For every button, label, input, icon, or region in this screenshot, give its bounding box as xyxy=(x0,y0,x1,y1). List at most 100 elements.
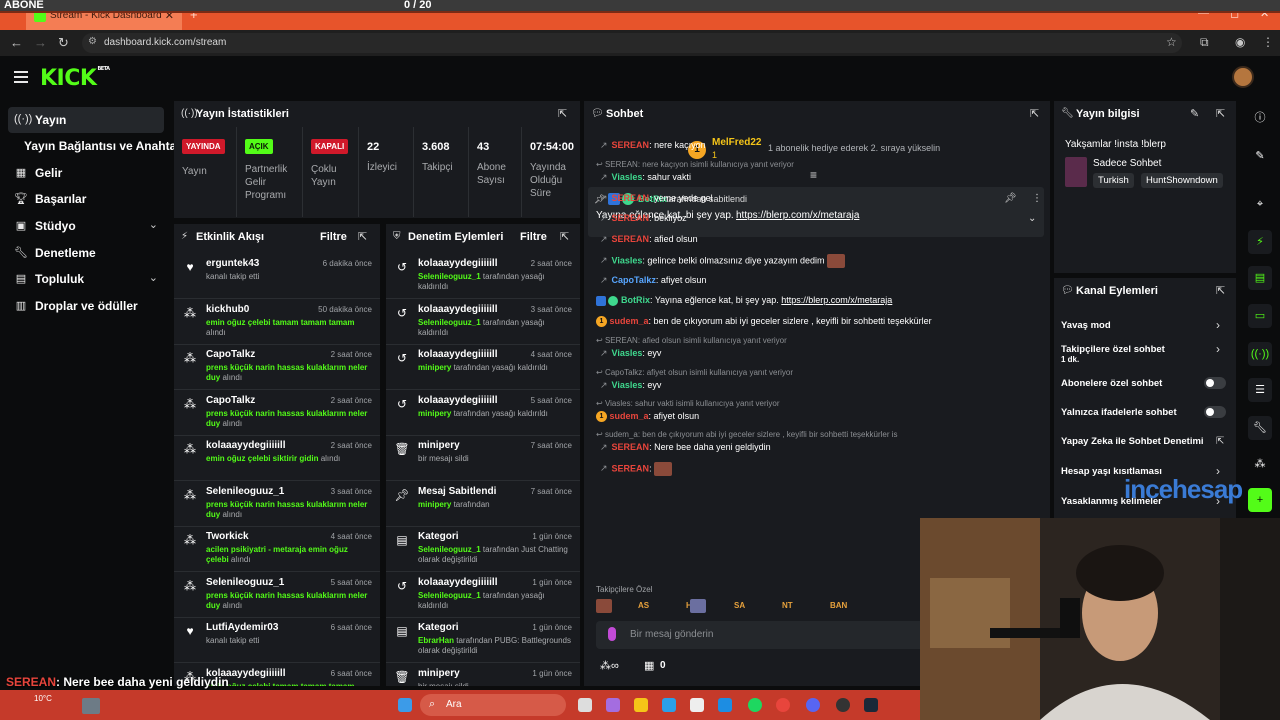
extensions-icon[interactable]: ⧉ xyxy=(1200,35,1209,50)
list-item[interactable]: ⁂ Selenileoguuz_1 5 saat önce prens küçük n… xyxy=(174,573,380,618)
list-item-name[interactable]: Selenileoguuz_1 xyxy=(206,486,284,497)
list-item-name[interactable]: erguntek43 xyxy=(206,258,259,269)
chat-username[interactable]: Viasles xyxy=(612,380,643,390)
category-name[interactable]: Sadece Sohbet xyxy=(1093,158,1161,169)
chat-input[interactable]: Bir mesaj gönderin xyxy=(596,621,936,649)
list-item-name[interactable]: kolaaayydegiiiiill xyxy=(418,577,497,588)
channel-action-2[interactable]: Abonelere özel sohbet xyxy=(1061,378,1162,389)
list-item-name[interactable]: Tworkick xyxy=(206,531,249,542)
chat-username[interactable]: Viasles xyxy=(612,255,643,265)
list-item[interactable]: ↺ kolaaayydegiiiiill 3 saat önce Selenileog… xyxy=(386,300,580,345)
list-item[interactable]: ⁂ kolaaayydegiiiiill 2 saat önce emin oğuz … xyxy=(174,436,380,481)
obs-icon[interactable] xyxy=(836,698,850,712)
channel-action-4[interactable]: Yapay Zeka ile Sohbet Denetimi xyxy=(1061,436,1204,447)
pinned-link[interactable]: https://blerp.com/x/metaraja xyxy=(736,210,859,221)
list-item[interactable]: ▤ Kategori 1 gün önce Selenileoguuz_1 taraf… xyxy=(386,527,580,572)
list-item[interactable]: ↺ kolaaayydegiiiiill 2 saat önce Selenileog… xyxy=(386,254,580,299)
channel-points-icon[interactable]: ⁂∞ xyxy=(600,659,619,672)
chat-username[interactable]: SEREAN xyxy=(612,442,650,452)
chat-username[interactable]: SEREAN xyxy=(612,213,650,223)
broadcast-icon[interactable]: ((·)) xyxy=(1248,342,1272,366)
chat-username[interactable]: SEREAN xyxy=(612,193,650,203)
sidebar-item-studyo[interactable]: ▣ Stüdyo ⌄ xyxy=(8,213,164,239)
emote[interactable]: NT xyxy=(782,601,793,610)
sidebar-item-denetleme[interactable]: 🔧︎ Denetleme xyxy=(8,240,164,266)
list-item[interactable]: ↺ kolaaayydegiiiiill 1 gün önce Selenileogu… xyxy=(386,573,580,618)
bookmark-star-icon[interactable]: ☆ xyxy=(1166,35,1177,49)
list-item-name[interactable]: kolaaayydegiiiiill xyxy=(418,349,497,360)
list-item-name[interactable]: CapoTalkz xyxy=(206,349,255,360)
popout-icon[interactable]: ⇱ xyxy=(1030,107,1039,120)
list-item[interactable]: 🗑︎ minipery 1 gün önce bir mesajı sildi xyxy=(386,664,580,687)
pencil-icon[interactable]: ✎ xyxy=(1248,144,1272,168)
chat-username[interactable]: sudem_a xyxy=(610,316,649,326)
toggle-switch[interactable] xyxy=(1204,406,1226,418)
popout-icon[interactable]: ⇱ xyxy=(358,230,367,243)
chat-username[interactable]: BotRix xyxy=(621,295,650,305)
windows-start-icon[interactable] xyxy=(398,698,412,712)
pin-toggle-icon[interactable]: 📌︎ xyxy=(1004,193,1017,204)
external-link-icon[interactable]: ⇱ xyxy=(1216,436,1224,447)
hamburger-menu-icon[interactable] xyxy=(14,71,28,83)
filter-button[interactable]: Filtre xyxy=(520,231,547,243)
popout-icon[interactable]: ⇱ xyxy=(1216,284,1225,297)
list-item[interactable]: ⁂ Selenileoguuz_1 3 saat önce prens küçük n… xyxy=(174,482,380,527)
list-item[interactable]: 📌︎ Mesaj Sabitlendi 7 saat önce minipery ta… xyxy=(386,482,580,527)
chevron-down-icon[interactable]: ⌄ xyxy=(1028,213,1036,224)
list-item-name[interactable]: CapoTalkz xyxy=(206,395,255,406)
info-icon[interactable]: ⓘ xyxy=(1248,106,1272,130)
gift-icon[interactable]: ⁂ xyxy=(1248,452,1272,476)
list-item[interactable]: 🗑︎ minipery 7 saat önce bir mesajı sildi xyxy=(386,436,580,481)
chat-username[interactable]: Viasles xyxy=(612,172,643,182)
discord-icon[interactable] xyxy=(806,698,820,712)
list-item[interactable]: ⁂ kickhub0 50 dakika önce emin oğuz çelebi … xyxy=(174,300,380,345)
steam-icon[interactable] xyxy=(864,698,878,712)
list-item[interactable]: ♥ erguntek43 6 dakika önce kanalı takip ett… xyxy=(174,254,380,299)
sidebar-item-gelir[interactable]: ▦ Gelir xyxy=(8,160,164,186)
chat-link[interactable]: https://blerp.com/x/metaraja xyxy=(781,295,892,305)
list-item[interactable]: ↺ kolaaayydegiiiiill 5 saat önce minipery t… xyxy=(386,391,580,436)
edge-icon[interactable] xyxy=(662,698,676,712)
chat-username[interactable]: SEREAN xyxy=(612,463,650,473)
chat-username[interactable]: sudem_a xyxy=(610,411,649,421)
list-item-name[interactable]: Mesaj Sabitlendi xyxy=(418,486,496,497)
chat-username[interactable]: Viasles xyxy=(612,348,643,358)
file-explorer-icon[interactable] xyxy=(634,698,648,712)
popout-icon[interactable]: ⇱ xyxy=(560,230,569,243)
list-item-name[interactable]: kolaaayydegiiiiill xyxy=(206,440,285,451)
wrench-icon[interactable]: 🔧︎ xyxy=(1248,416,1272,440)
back-icon[interactable]: ← xyxy=(10,35,23,50)
list-item-name[interactable]: kolaaayydegiiiiill xyxy=(418,395,497,406)
menu-dots-icon[interactable]: ⋮ xyxy=(1262,35,1274,49)
stats-icon[interactable]: ▤ xyxy=(1248,266,1272,290)
list-item-name[interactable]: LutfiAydemir03 xyxy=(206,622,278,633)
list-item-name[interactable]: minipery xyxy=(418,440,460,451)
list-item[interactable]: ♥ LutfiAydemir03 6 saat önce kanalı takip e… xyxy=(174,618,380,663)
layout-icon[interactable]: ☰ xyxy=(1248,378,1272,402)
sidebar-item-basarilar[interactable]: 🏆︎ Başarılar xyxy=(8,186,164,212)
bolt-icon[interactable]: ⚡︎ xyxy=(1248,230,1272,254)
sidebar-item-droplar[interactable]: ▥ Droplar ve ödüller xyxy=(8,293,164,319)
list-item-name[interactable]: Kategori xyxy=(418,531,459,542)
reload-icon[interactable]: ↻ xyxy=(58,35,69,51)
task-view-icon[interactable] xyxy=(578,698,592,712)
popout-icon[interactable]: ⇱ xyxy=(558,107,567,120)
site-info-icon[interactable]: ⚙ xyxy=(88,36,97,47)
list-item-name[interactable]: Kategori xyxy=(418,622,459,633)
list-item-name[interactable]: kickhub0 xyxy=(206,304,249,315)
sidebar-item-topluluk[interactable]: ▤ Topluluk ⌄ xyxy=(8,266,164,292)
chat-icon[interactable]: ▭ xyxy=(1248,304,1272,328)
chrome-icon[interactable] xyxy=(776,698,790,712)
edit-icon[interactable]: ✎ xyxy=(1190,107,1199,120)
list-item[interactable]: ↺ kolaaayydegiiiiill 4 saat önce minipery t… xyxy=(386,345,580,390)
copilot-icon[interactable] xyxy=(606,698,620,712)
channel-action-3[interactable]: Yalnızca ifadelerle sohbet xyxy=(1061,407,1177,418)
emote[interactable]: AS xyxy=(638,601,649,610)
list-item[interactable]: ⁂ CapoTalkz 2 saat önce prens küçük narin h… xyxy=(174,391,380,436)
channel-action-0[interactable]: Yavaş mod xyxy=(1061,320,1111,331)
list-item-name[interactable]: minipery xyxy=(418,668,460,679)
taskbar-search[interactable]: ⌕ Ara xyxy=(420,694,566,716)
chevron-right-icon[interactable]: › xyxy=(1216,318,1220,332)
channel-action-1[interactable]: Takipçilere özel sohbet xyxy=(1061,344,1165,355)
store-icon[interactable] xyxy=(690,698,704,712)
